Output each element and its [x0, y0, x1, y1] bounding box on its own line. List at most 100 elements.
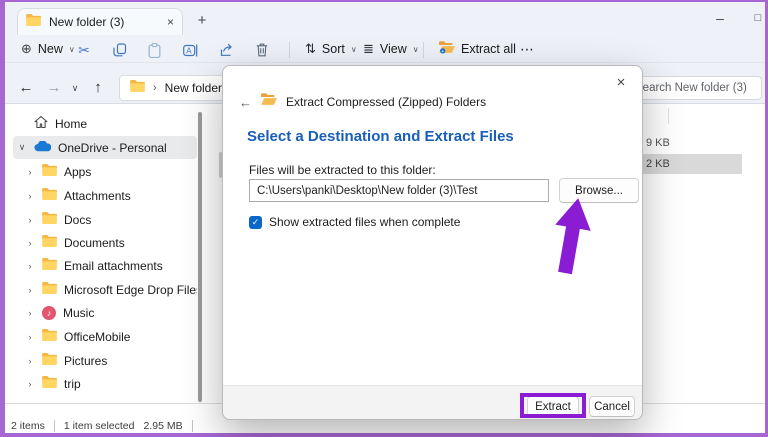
file-size-value: 2 KB: [646, 158, 670, 170]
paste-button[interactable]: [143, 39, 165, 61]
sidebar-item-label: Music: [63, 305, 95, 320]
sidebar-item-label: trip: [64, 376, 81, 391]
dialog-back-icon[interactable]: ←: [239, 95, 252, 110]
cut-button[interactable]: ✂: [73, 39, 95, 61]
tree-collapsed-icon[interactable]: ›: [25, 215, 35, 225]
new-button-label: New: [37, 42, 63, 56]
sidebar-item-label: Home: [55, 116, 88, 131]
status-selection-size: 2.95 MB: [143, 420, 183, 432]
breadcrumb-chevron-icon: ›: [153, 82, 157, 94]
trash-icon: [256, 43, 268, 57]
view-lines-icon: ≣: [363, 41, 374, 56]
share-icon: [220, 43, 232, 56]
sidebar-scrollbar[interactable]: [198, 112, 202, 402]
copy-icon: [113, 43, 127, 57]
tree-collapsed-icon[interactable]: ›: [25, 238, 35, 248]
share-button[interactable]: [215, 39, 237, 61]
tree-collapsed-icon[interactable]: ›: [25, 191, 35, 201]
tree-collapsed-icon[interactable]: ›: [25, 332, 35, 342]
search-input[interactable]: Search New folder (3): [622, 76, 762, 100]
minimize-button[interactable]: –: [707, 8, 733, 28]
folder-icon: [130, 79, 145, 97]
svg-text:+: +: [441, 49, 444, 54]
cancel-button[interactable]: Cancel: [589, 396, 635, 417]
column-divider: [668, 108, 669, 124]
folder-icon: [42, 376, 57, 391]
destination-path-input[interactable]: C:\Users\panki\Desktop\New folder (3)\Te…: [249, 179, 549, 202]
sidebar-item-documents[interactable]: › Documents: [13, 231, 197, 254]
sidebar-item-label: Documents: [64, 235, 125, 250]
sidebar-item-label: Pictures: [64, 353, 108, 368]
circle-plus-icon: ⊕: [21, 41, 32, 56]
chevron-down-icon: ∨: [412, 44, 419, 54]
sidebar-item-label: Apps: [64, 164, 92, 179]
music-icon: ♪: [42, 305, 56, 320]
tree-collapsed-icon[interactable]: ›: [25, 379, 35, 389]
rename-button[interactable]: A: [179, 39, 201, 61]
nav-up-button[interactable]: ↑: [89, 78, 107, 96]
sort-button[interactable]: ⇅ Sort ∨: [299, 37, 363, 61]
chevron-down-icon: ∨: [350, 44, 357, 54]
nav-back-button[interactable]: ←: [17, 78, 35, 96]
svg-text:A: A: [186, 46, 192, 55]
sidebar-item-officemobile[interactable]: › OfficeMobile: [13, 325, 197, 348]
nav-history-chevron[interactable]: ∨: [69, 82, 81, 94]
dialog-title: Extract Compressed (Zipped) Folders: [286, 95, 487, 109]
extract-all-label: Extract all: [461, 42, 516, 56]
status-divider: [53, 420, 55, 432]
checkbox-label: Show extracted files when complete: [269, 215, 461, 229]
more-options-button[interactable]: ⋯: [515, 38, 539, 60]
maximize-button[interactable]: □: [747, 8, 768, 28]
sidebar-item-label: Attachments: [64, 188, 131, 203]
dialog-header: ← Extract Compressed (Zipped) Folders: [239, 93, 486, 111]
sidebar-item-label: OneDrive - Personal: [58, 140, 167, 155]
tab-close-icon[interactable]: ×: [167, 15, 174, 29]
open-folder-icon: [261, 93, 277, 111]
tree-collapsed-icon[interactable]: ›: [25, 356, 35, 366]
extract-all-button[interactable]: + Extract all: [433, 37, 522, 61]
onedrive-cloud-icon: [34, 139, 52, 155]
file-size-value: 9 KB: [646, 137, 670, 149]
checkbox-checked-icon[interactable]: ✓: [249, 215, 262, 229]
sidebar-item-email-attachments[interactable]: › Email attachments: [13, 254, 197, 277]
new-button[interactable]: ⊕ New ∨: [15, 37, 81, 61]
tree-collapsed-icon[interactable]: ›: [25, 308, 35, 318]
sort-button-label: Sort: [321, 42, 345, 56]
sidebar-item-label: Email attachments: [64, 258, 163, 273]
toolbar-divider: [423, 42, 424, 58]
sidebar-item-attachments[interactable]: › Attachments: [13, 184, 197, 207]
toolbar-bottom-divider: [5, 62, 765, 63]
sidebar-item-docs[interactable]: › Docs: [13, 208, 197, 231]
nav-forward-button[interactable]: →: [45, 78, 63, 96]
view-button[interactable]: ≣ View ∨: [357, 37, 425, 61]
sidebar-item-label: Docs: [64, 212, 92, 227]
sidebar-item-pictures[interactable]: › Pictures: [13, 349, 197, 372]
folder-icon: [42, 188, 57, 203]
tree-expanded-icon[interactable]: ∨: [17, 142, 27, 153]
explorer-tab[interactable]: New folder (3) ×: [17, 8, 183, 35]
status-bar: 2 items 1 item selected 2.95 MB: [11, 420, 193, 432]
sidebar-item-apps[interactable]: › Apps: [13, 160, 197, 183]
folder-icon: [42, 235, 57, 250]
sort-arrows-icon: ⇅: [305, 41, 316, 56]
show-files-checkbox-row[interactable]: ✓ Show extracted files when complete: [249, 215, 460, 229]
paste-icon: [148, 42, 160, 58]
sidebar-item-trip[interactable]: › trip: [13, 372, 197, 395]
delete-button[interactable]: [251, 39, 273, 61]
sidebar-item-music[interactable]: › ♪ Music: [13, 301, 197, 324]
toolbar-divider: [289, 42, 290, 58]
sidebar-item-edge-drop-files[interactable]: › Microsoft Edge Drop Files: [13, 278, 197, 301]
screenshot-root: New folder (3) × + – □ ⊕ New ∨ ✂ A ⇅ Sor…: [0, 0, 768, 437]
sidebar-item-label: OfficeMobile: [64, 329, 131, 344]
sidebar-item-label: Microsoft Edge Drop Files: [64, 282, 197, 297]
tree-collapsed-icon[interactable]: ›: [25, 167, 35, 177]
sidebar-item-home[interactable]: Home: [13, 112, 197, 135]
annotation-box-extract: [520, 393, 586, 418]
tree-collapsed-icon[interactable]: ›: [25, 285, 35, 295]
sidebar-item-onedrive[interactable]: ∨ OneDrive - Personal: [13, 136, 197, 159]
new-tab-button[interactable]: +: [193, 11, 211, 29]
copy-button[interactable]: [109, 39, 131, 61]
tree-collapsed-icon[interactable]: ›: [25, 261, 35, 271]
folder-icon: [42, 212, 57, 227]
dialog-close-icon[interactable]: ×: [613, 74, 629, 91]
